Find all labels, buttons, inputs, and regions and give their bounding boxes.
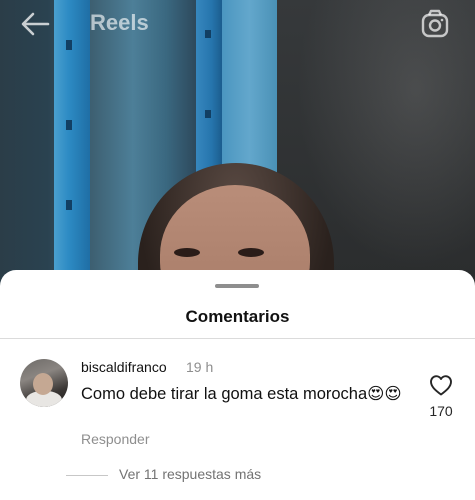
video-person-eye [174,248,200,257]
bar-notch [66,200,72,210]
camera-icon[interactable] [420,9,450,39]
reply-button[interactable]: Responder [81,431,150,447]
video-person-eye [238,248,264,257]
comments-sheet: Comentarios biscaldifranco 19 h Como deb… [0,270,475,500]
view-replies-link[interactable]: Ver 11 respuestas más [119,466,261,482]
sheet-title: Comentarios [185,307,290,326]
drag-handle[interactable] [215,284,259,288]
avatar[interactable] [20,359,68,407]
page-title: Reels [90,10,149,35]
bar-notch [66,120,72,130]
replies-line [66,475,108,476]
bar-notch [205,110,211,118]
heart-outline-icon[interactable] [429,374,453,396]
comment-timestamp: 19 h [186,359,214,375]
reels-top-bar: Reels [0,0,475,48]
comment-text: Como debe tirar la goma esta morocha😍😍 [81,385,402,403]
comment-username[interactable]: biscaldifranco [81,359,167,375]
divider [0,338,475,339]
like-count: 170 [429,403,453,419]
arrow-left-icon[interactable] [20,10,50,38]
avatar-face [33,373,53,395]
